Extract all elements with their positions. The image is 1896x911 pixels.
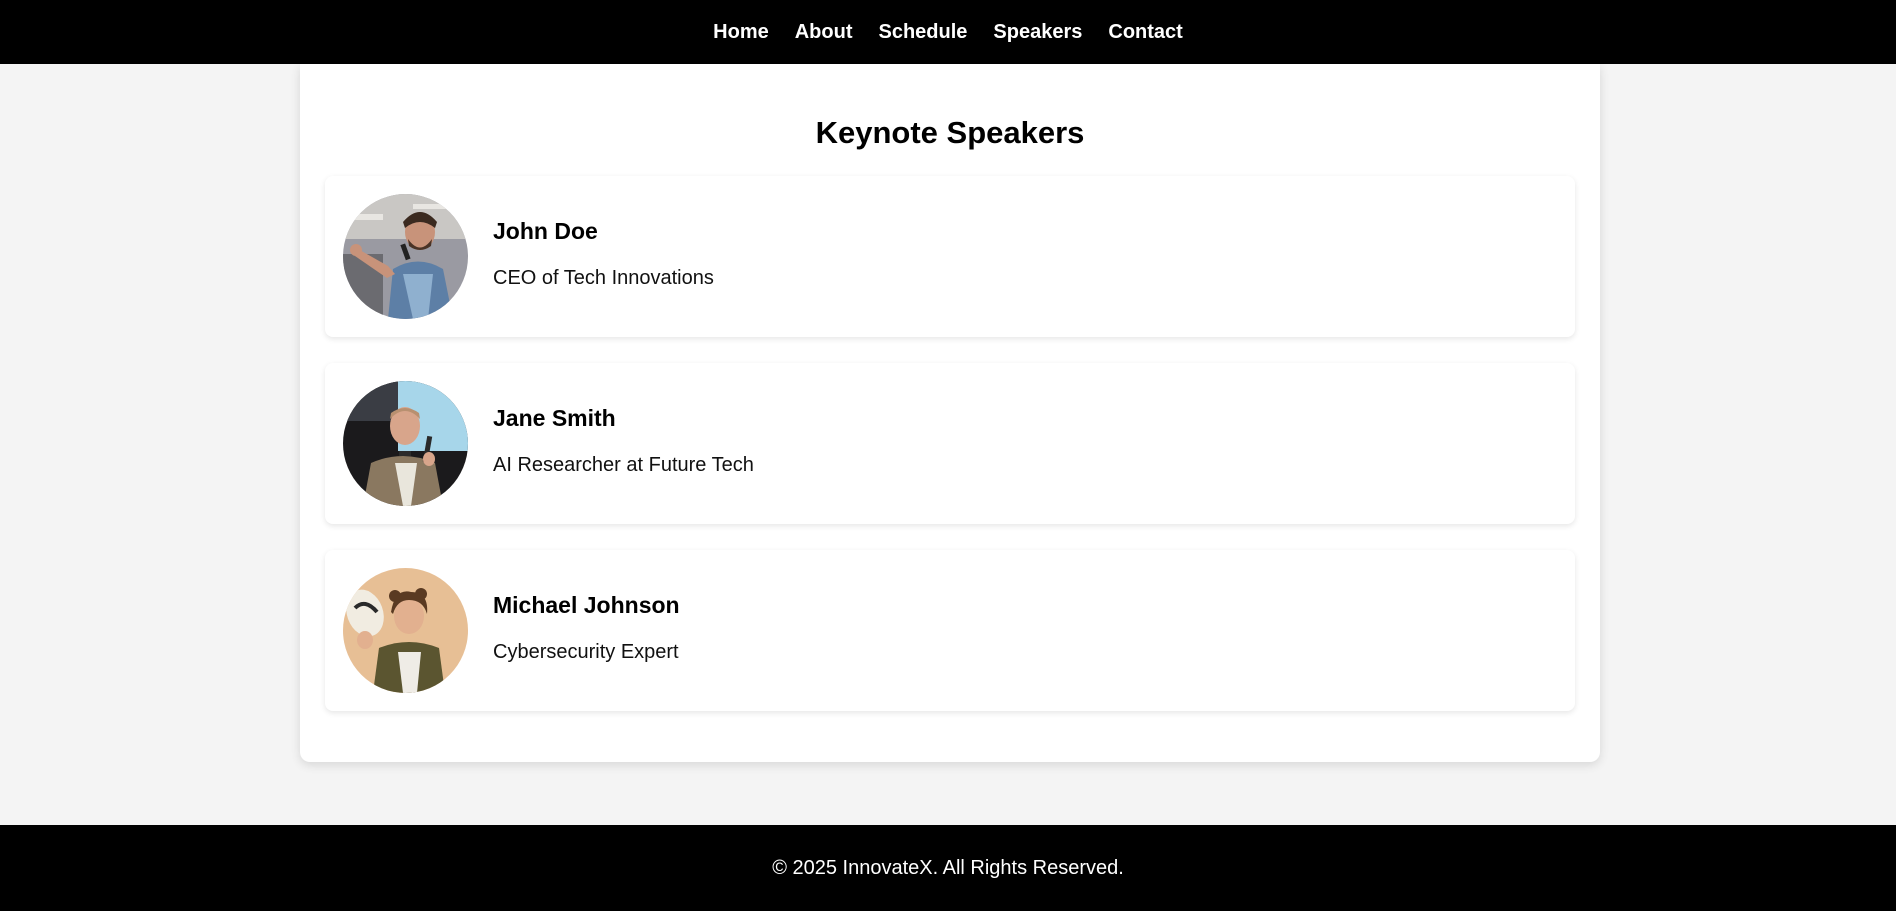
speaker-card: Jane Smith AI Researcher at Future Tech xyxy=(325,363,1575,524)
nav-link-schedule[interactable]: Schedule xyxy=(879,21,968,44)
nav-link-speakers[interactable]: Speakers xyxy=(993,21,1082,44)
speaker-photo-image xyxy=(343,568,468,693)
speakers-section: Keynote Speakers John Doe CEO of Tech In… xyxy=(300,64,1600,762)
speaker-photo xyxy=(343,381,468,506)
speaker-card: John Doe CEO of Tech Innovations xyxy=(325,176,1575,337)
speaker-photo-image xyxy=(343,381,468,506)
speaker-photo xyxy=(343,194,468,319)
speaker-card: Michael Johnson Cybersecurity Expert xyxy=(325,550,1575,711)
speaker-name: John Doe xyxy=(493,218,598,244)
nav-link-contact[interactable]: Contact xyxy=(1108,21,1182,44)
nav-link-about[interactable]: About xyxy=(795,21,853,44)
footer-copyright: © 2025 InnovateX. All Rights Reserved. xyxy=(772,856,1124,879)
speaker-role: CEO of Tech Innovations xyxy=(493,267,714,289)
speaker-photo xyxy=(343,568,468,693)
nav-link-home[interactable]: Home xyxy=(713,21,769,44)
top-nav: Home About Schedule Speakers Contact xyxy=(0,0,1896,64)
speaker-photo-image xyxy=(343,194,468,319)
speaker-name: Michael Johnson xyxy=(493,592,680,618)
speaker-role: AI Researcher at Future Tech xyxy=(493,454,754,476)
page-footer: © 2025 InnovateX. All Rights Reserved. xyxy=(0,825,1896,911)
page-title: Keynote Speakers xyxy=(815,115,1085,150)
speaker-role: Cybersecurity Expert xyxy=(493,641,679,663)
speaker-name: Jane Smith xyxy=(493,405,616,431)
